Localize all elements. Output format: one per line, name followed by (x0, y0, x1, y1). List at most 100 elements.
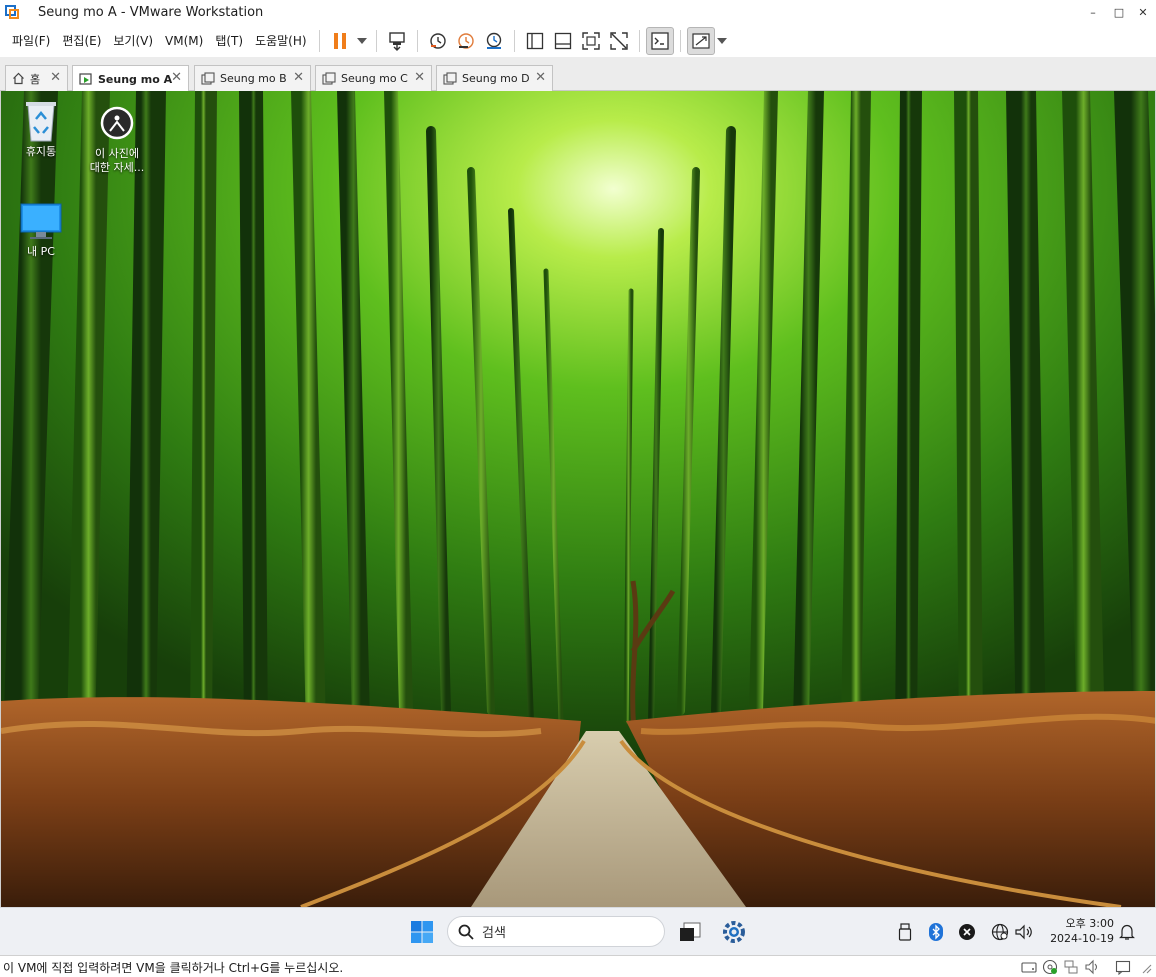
resize-grip[interactable] (1137, 959, 1153, 975)
notifications-button[interactable] (1114, 919, 1140, 945)
send-ctrl-alt-del-button[interactable] (383, 27, 411, 55)
usb-drive-icon (898, 923, 912, 941)
toolbar-separator (416, 29, 418, 52)
tab-seung-mo-a[interactable]: Seung mo A ✕ (72, 65, 189, 92)
stretch-guest-button[interactable] (686, 26, 715, 55)
dropdown-arrow-icon (356, 37, 367, 44)
tab-close-icon[interactable]: ✕ (171, 70, 182, 85)
task-view-button[interactable] (677, 919, 703, 945)
revert-snapshot-button[interactable] (452, 27, 480, 55)
snapshot-manager-icon (486, 32, 501, 49)
tab-close-icon[interactable]: ✕ (414, 70, 425, 85)
network-adapter-status-button[interactable] (1063, 959, 1079, 975)
desktop-icon-label-line1: 이 사진에 (95, 147, 139, 160)
settings-taskbar-button[interactable] (721, 919, 747, 945)
toolbar-separator (638, 29, 640, 52)
menu-file[interactable]: 파일(F) (6, 29, 56, 53)
tray-time: 오후 3:00 (1065, 917, 1114, 930)
settings-icon (723, 921, 745, 943)
usb-tray-button[interactable] (892, 919, 918, 945)
tab-label: Seung mo D (462, 72, 530, 85)
vm-console[interactable]: 휴지통 이 사진에 대한 자세... 내 PC (0, 91, 1156, 907)
toolbar-separator (513, 29, 515, 52)
show-library-button[interactable] (521, 27, 549, 55)
volume-icon (1015, 924, 1032, 940)
guest-taskbar: 검색 오후 3:00 2024-10-19 (0, 907, 1156, 955)
sound-card-status-button[interactable] (1084, 959, 1100, 975)
tab-close-icon[interactable]: ✕ (535, 70, 546, 85)
desktop-icon-label-line2: 대한 자세... (89, 161, 145, 174)
learn-about-picture-icon (95, 101, 139, 145)
this-pc-icon (19, 199, 63, 243)
message-log-button[interactable] (1115, 959, 1131, 975)
start-button[interactable] (409, 919, 435, 945)
windows-start-icon (411, 921, 433, 943)
tray-date: 2024-10-19 (1050, 932, 1114, 945)
desktop-icon-label: 내 PC (27, 245, 55, 258)
tab-seung-mo-b[interactable]: Seung mo B ✕ (194, 65, 311, 91)
vm-icon (443, 72, 457, 85)
full-screen-button[interactable] (577, 27, 605, 55)
cd-dvd-status-button[interactable] (1042, 959, 1058, 975)
tab-close-icon[interactable]: ✕ (50, 70, 61, 85)
take-snapshot-button[interactable] (424, 27, 452, 55)
minimize-button[interactable]: – (1080, 0, 1106, 24)
message-log-icon (1115, 960, 1131, 975)
bamboo-forest-wallpaper (1, 91, 1155, 907)
taskbar-search-box[interactable]: 검색 (447, 916, 665, 947)
vm-icon (201, 72, 215, 85)
notification-bell-icon (1119, 924, 1135, 940)
close-circle-icon (959, 924, 975, 940)
desktop-icon-learn-about-picture[interactable]: 이 사진에 대한 자세... (79, 101, 155, 175)
tab-home[interactable]: 홈 ✕ (5, 65, 68, 91)
send-ctrl-alt-del-icon (388, 31, 405, 51)
menu-toolbar: 파일(F) 편집(E) 보기(V) VM(M) 탭(T) 도움말(H) (0, 24, 1156, 57)
search-placeholder: 검색 (482, 926, 506, 941)
tab-seung-mo-c[interactable]: Seung mo C ✕ (315, 65, 432, 91)
dropdown-arrow-icon (716, 37, 727, 44)
tray-clock[interactable]: 오후 3:00 2024-10-19 (1044, 916, 1114, 946)
tab-bar: 홈 ✕ Seung mo A ✕ Seung mo B ✕ Seung mo C… (0, 57, 1156, 92)
tab-seung-mo-d[interactable]: Seung mo D ✕ (436, 65, 553, 91)
hard-disk-status-button[interactable] (1021, 959, 1037, 975)
snapshot-manager-button[interactable] (480, 27, 508, 55)
close-button[interactable]: ✕ (1130, 0, 1156, 24)
vm-icon (322, 72, 336, 85)
tab-close-icon[interactable]: ✕ (293, 70, 304, 85)
resize-grip-icon (1142, 964, 1152, 974)
tab-label: Seung mo A (98, 72, 173, 86)
toolbar-separator (318, 29, 320, 52)
tab-label: Seung mo B (220, 72, 287, 85)
tab-label: Seung mo C (341, 72, 408, 85)
sound-card-icon (1085, 959, 1098, 975)
network-tray-button[interactable] (987, 919, 1013, 945)
menu-tabs[interactable]: 탭(T) (209, 29, 249, 53)
window-title: Seung mo A - VMware Workstation (38, 4, 264, 20)
menu-help[interactable]: 도움말(H) (249, 29, 313, 53)
menu-edit[interactable]: 편집(E) (56, 29, 107, 53)
bluetooth-icon (929, 923, 943, 941)
status-message: 이 VM에 직접 입력하려면 VM을 클릭하거나 Ctrl+G를 누르십시오. (3, 961, 344, 975)
vmware-logo-icon (4, 4, 20, 20)
bluetooth-tray-button[interactable] (923, 919, 949, 945)
desktop-icon-recycle-bin[interactable]: 휴지통 (3, 99, 79, 159)
status-tray-button[interactable] (954, 919, 980, 945)
maximize-button[interactable]: □ (1106, 0, 1132, 24)
menu-view[interactable]: 보기(V) (107, 29, 159, 53)
toolbar-separator (679, 29, 681, 52)
menu-vm[interactable]: VM(M) (159, 29, 209, 53)
recycle-bin-icon (19, 99, 63, 143)
volume-tray-button[interactable] (1011, 919, 1037, 945)
console-view-button[interactable] (645, 26, 674, 55)
stretch-dropdown-button[interactable] (715, 27, 729, 55)
console-view-icon (650, 31, 669, 50)
thumbnail-bar-button[interactable] (549, 27, 577, 55)
power-dropdown-button[interactable] (354, 27, 370, 55)
cd-dvd-icon (1042, 959, 1058, 975)
network-adapter-icon (1064, 960, 1078, 974)
title-bar: Seung mo A - VMware Workstation – □ ✕ (0, 0, 1156, 24)
pause-button[interactable] (326, 27, 354, 55)
desktop-icon-this-pc[interactable]: 내 PC (3, 199, 79, 259)
pause-icon (333, 32, 346, 49)
unity-button[interactable] (605, 27, 633, 55)
